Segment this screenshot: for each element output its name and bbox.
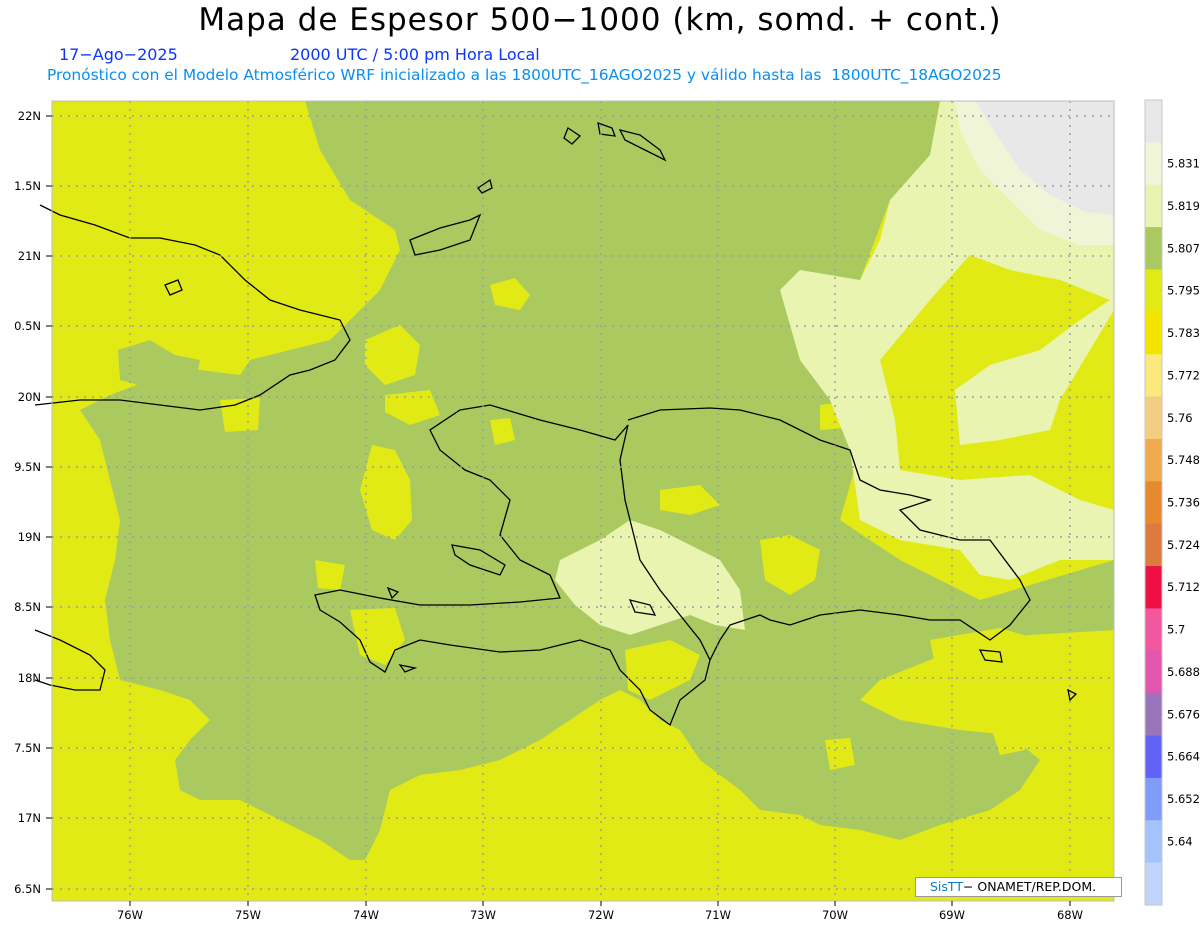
lon-label: 76W bbox=[117, 908, 143, 922]
legend-swatch bbox=[1145, 566, 1162, 610]
legend-label: 5.688 bbox=[1167, 665, 1200, 679]
legend-swatch bbox=[1145, 100, 1162, 143]
legend-colorbar: 5.831 5.819 5.807 5.795 5.783 5.772 5.76 5.748 5… bbox=[1144, 99, 1200, 906]
legend-label: 5.64 bbox=[1167, 834, 1193, 848]
lat-label: 1.5N bbox=[14, 179, 41, 193]
legend-swatch bbox=[1145, 820, 1162, 864]
credit-box: SisTT− ONAMET/REP.DOM. bbox=[915, 877, 1122, 897]
lat-label: 17N bbox=[18, 811, 41, 825]
legend-swatch bbox=[1145, 354, 1162, 398]
lat-label: 6.5N bbox=[14, 882, 41, 896]
lon-label: 69W bbox=[939, 908, 965, 922]
legend-swatch bbox=[1145, 650, 1162, 694]
legend-label: 5.724 bbox=[1167, 538, 1200, 552]
legend-swatch bbox=[1145, 735, 1162, 779]
map-fill bbox=[52, 101, 1114, 901]
org-text: − ONAMET/REP.DOM. bbox=[962, 879, 1097, 894]
lon-axis-labels: 76W 75W 74W 73W 72W 71W 70W 69W 68W bbox=[117, 908, 1083, 922]
lon-label: 68W bbox=[1057, 908, 1083, 922]
lon-label: 73W bbox=[470, 908, 496, 922]
legend-swatch bbox=[1145, 396, 1162, 440]
lon-label: 72W bbox=[588, 908, 614, 922]
lat-label: 20N bbox=[18, 390, 41, 404]
legend-swatch bbox=[1145, 777, 1162, 821]
lon-label: 75W bbox=[235, 908, 261, 922]
legend-swatch bbox=[1145, 693, 1162, 737]
legend-swatch bbox=[1145, 269, 1162, 313]
legend-swatch bbox=[1145, 862, 1162, 906]
legend-label: 5.772 bbox=[1167, 368, 1200, 382]
legend-swatch bbox=[1145, 523, 1162, 567]
lat-label: 8.5N bbox=[14, 600, 41, 614]
lat-label: 21N bbox=[18, 249, 41, 263]
legend-label: 5.7 bbox=[1167, 623, 1185, 637]
lat-label: 22N bbox=[18, 109, 41, 123]
field-5795-f bbox=[315, 560, 345, 590]
legend-label: 5.748 bbox=[1167, 453, 1200, 467]
legend-label: 5.676 bbox=[1167, 707, 1200, 721]
legend-swatch bbox=[1145, 481, 1162, 525]
lat-label: 0.5N bbox=[14, 319, 41, 333]
legend-swatch bbox=[1145, 438, 1162, 482]
legend-label: 5.736 bbox=[1167, 496, 1200, 510]
legend-swatch bbox=[1145, 184, 1162, 228]
lat-label: 19N bbox=[18, 530, 41, 544]
legend-label: 5.712 bbox=[1167, 580, 1200, 594]
field-5795-k bbox=[825, 738, 855, 770]
lon-label: 74W bbox=[353, 908, 379, 922]
lat-axis-labels: 22N 1.5N 21N 0.5N 20N 9.5N 19N 8.5N 18N … bbox=[14, 109, 41, 896]
legend-label: 5.783 bbox=[1167, 326, 1200, 340]
legend-swatch bbox=[1145, 608, 1162, 652]
legend-swatch bbox=[1145, 311, 1162, 355]
lon-label: 70W bbox=[822, 908, 848, 922]
legend-label: 5.807 bbox=[1167, 241, 1200, 255]
thickness-map: 22N 1.5N 21N 0.5N 20N 9.5N 19N 8.5N 18N … bbox=[14, 99, 1200, 922]
logo-text: SisTT bbox=[930, 879, 963, 894]
lon-label: 71W bbox=[705, 908, 731, 922]
legend-swatch bbox=[1145, 142, 1162, 186]
legend-label: 5.652 bbox=[1167, 792, 1200, 806]
legend-label: 5.831 bbox=[1167, 157, 1200, 171]
legend-label: 5.76 bbox=[1167, 411, 1193, 425]
legend-swatch bbox=[1145, 227, 1162, 271]
lat-label: 7.5N bbox=[14, 741, 41, 755]
legend-label: 5.664 bbox=[1167, 750, 1200, 764]
legend-label: 5.819 bbox=[1167, 199, 1200, 213]
lat-label: 9.5N bbox=[14, 460, 41, 474]
lat-label: 18N bbox=[18, 671, 41, 685]
legend-label: 5.795 bbox=[1167, 284, 1200, 298]
